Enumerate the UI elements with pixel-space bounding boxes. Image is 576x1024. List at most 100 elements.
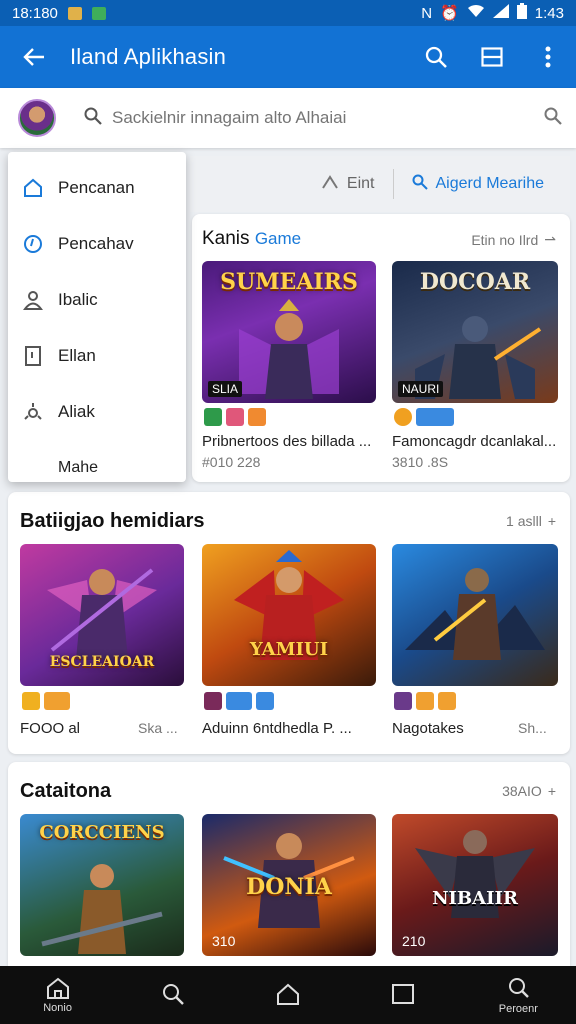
drawer-item-label: Pencanan (58, 178, 135, 197)
see-more-label: 1 aslll (506, 513, 542, 529)
game-logo: YAMIUI (249, 639, 329, 660)
app-bar: Iland Aplikhasin (0, 26, 576, 88)
search-icon (412, 174, 428, 195)
search-icon[interactable] (422, 43, 450, 71)
search-submit-icon[interactable] (544, 107, 562, 130)
search-bar[interactable] (84, 107, 544, 130)
badge-icon (248, 408, 266, 426)
see-more-link[interactable]: 1 aslll + (506, 513, 556, 529)
badge-icon (416, 692, 434, 710)
bookmark-icon (22, 345, 44, 367)
app-thumbnail[interactable]: SUMEAIRS SLIA (202, 261, 376, 403)
more-vert-icon[interactable] (534, 43, 562, 71)
see-more-label: Etin no Ilrd (471, 231, 539, 248)
search-icon (162, 983, 184, 1005)
drawer-item-label: Aliak (58, 402, 95, 421)
nav-search[interactable] (138, 982, 208, 1009)
sort-icon (321, 174, 339, 194)
drawer-item-home[interactable]: Pencanan (8, 160, 186, 216)
app-thumbnail[interactable]: ESCLEAIOAR (20, 544, 184, 686)
game-tag: NAURI (398, 381, 444, 397)
app-meta: #010 228 (202, 454, 261, 470)
section-title-main: Kanis (202, 228, 250, 249)
badge-icon (416, 408, 454, 426)
nav-home[interactable]: Nonio (23, 977, 93, 1014)
game-tag: 210 (402, 933, 426, 949)
page-title: Iland Aplikhasin (70, 44, 227, 69)
drawer-item-more[interactable]: Mahe (8, 440, 186, 496)
app-meta: Sh... (518, 720, 547, 736)
app-thumbnail[interactable]: YAMIUI (202, 544, 376, 686)
app-thumbnail[interactable]: DOCOAR NAURI (392, 261, 558, 403)
featured-section: Kanis Game Etin no Ilrd ⇀ SUMEAIRS SLIA … (192, 214, 570, 482)
badge-row (22, 692, 70, 710)
nav-profile[interactable]: Peroenr (483, 976, 553, 1015)
status-bar: 18:180 N ⏰ 1:43 (0, 0, 576, 26)
section-title: Batiigjao hemidiars (20, 510, 205, 532)
see-more-label: 38AIO (502, 783, 542, 799)
avatar[interactable] (18, 99, 56, 137)
home-icon (22, 177, 44, 199)
app-name[interactable]: Aduinn 6ntdhedla P. ... (202, 720, 378, 737)
badge-icon (394, 408, 412, 426)
badge-icon (44, 692, 70, 710)
drawer-item-recent[interactable]: Pencahav (8, 216, 186, 272)
drawer-item-label: Pencahav (58, 234, 134, 253)
app-meta: 3810 .8S (392, 454, 449, 470)
badge-row (394, 408, 454, 426)
tabs-icon[interactable] (478, 43, 506, 71)
game-logo: DONIA (246, 874, 332, 900)
app-name[interactable]: FOOO al (20, 720, 120, 737)
drawer-item-profile[interactable]: Ibalic (8, 272, 186, 328)
app-thumbnail[interactable]: CORCCIENS (20, 814, 184, 956)
hero-art (41, 864, 163, 954)
wifi-icon (467, 4, 485, 22)
badge-icon (226, 408, 244, 426)
nav-recents[interactable] (368, 983, 438, 1008)
drawer-item-settings[interactable]: Aliak (8, 384, 186, 440)
game-logo: NIBAIIR (432, 888, 518, 909)
bottom-nav: Nonio Peroenr (0, 966, 576, 1024)
drawer-item-label: Mahe (58, 459, 99, 476)
alarm-icon: ⏰ (440, 5, 459, 22)
notification-icon (91, 6, 106, 20)
app-name[interactable]: Pribnertoos des billada ... (202, 433, 378, 450)
search-person-icon (509, 977, 530, 998)
nav-home-system[interactable] (253, 983, 323, 1008)
game-logo: SUMEAIRS (220, 269, 358, 295)
app-thumbnail[interactable]: DONIA 310 (202, 814, 376, 956)
drawer-item-label: Ellan (58, 346, 96, 365)
app-name[interactable]: Famoncagdr dcanlakal... (392, 433, 560, 450)
badge-icon (394, 692, 412, 710)
settings-icon (22, 401, 44, 423)
hero-art (405, 568, 545, 660)
advanced-search-button[interactable]: Aigerd Mearihe (412, 174, 544, 195)
badge-icon (438, 692, 456, 710)
hero-art (223, 833, 355, 928)
app-thumbnail[interactable]: NIBAIIR 210 (392, 814, 558, 956)
square-icon (392, 983, 415, 1004)
clock-icon (22, 233, 44, 255)
see-more-link[interactable]: Etin no Ilrd ⇀ (471, 231, 556, 248)
see-more-link[interactable]: 38AIO + (502, 783, 556, 799)
app-thumbnail[interactable] (392, 544, 558, 686)
sort-button[interactable]: Eint (321, 174, 375, 194)
drawer-item-label: Ibalic (58, 290, 98, 309)
badge-icon (22, 692, 40, 710)
status-time-right: 1:43 (534, 4, 564, 22)
signal-icon (492, 4, 509, 22)
divider (392, 169, 394, 199)
game-logo: CORCCIENS (39, 822, 165, 843)
drawer-item-library[interactable]: Ellan (8, 328, 186, 384)
badge-row (394, 692, 456, 710)
app-name[interactable]: Nagotakes (392, 720, 502, 737)
badge-icon (204, 408, 222, 426)
search-input[interactable] (112, 108, 492, 128)
back-arrow-icon[interactable] (20, 43, 48, 71)
hero-art (47, 568, 157, 660)
filter-bar: Eint Aigerd Mearihe (190, 156, 570, 212)
plus-icon: + (547, 783, 556, 799)
home-outline-icon (276, 983, 299, 1005)
search-row (0, 88, 576, 148)
game-tag: 310 (212, 933, 236, 949)
